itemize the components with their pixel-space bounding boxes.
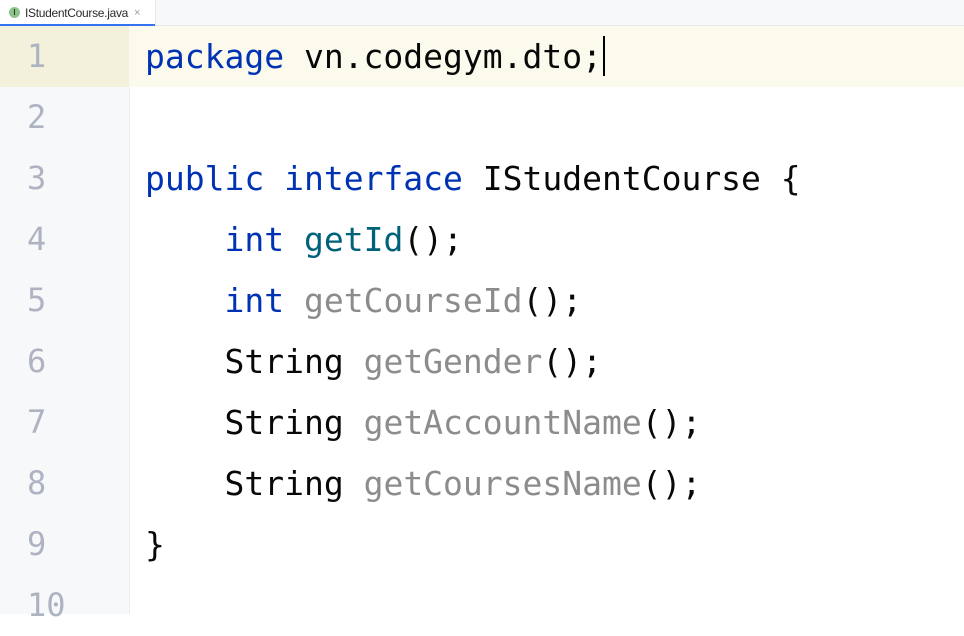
code-line-1[interactable]: 1 package vn.codegym.dto; (0, 26, 964, 87)
interface-name: IStudentCourse { (462, 159, 801, 198)
code-editor[interactable]: 1 package vn.codegym.dto; 2 3 public int… (0, 26, 964, 624)
code-text[interactable]: String getGender(); (145, 331, 602, 392)
type-name: String (224, 342, 344, 381)
type-keyword: int (224, 281, 285, 320)
code-text[interactable]: package vn.codegym.dto; (145, 26, 605, 87)
keyword: public (145, 159, 265, 198)
code-text[interactable]: public interface IStudentCourse { (145, 148, 801, 209)
method-name: getGender (363, 342, 543, 381)
code-text[interactable]: String getCoursesName(); (145, 453, 701, 514)
punctuation: (); (403, 220, 463, 259)
code-line-10[interactable]: 10 (0, 575, 964, 636)
code-line-4[interactable]: 4 int getId(); (0, 209, 964, 270)
type-keyword: int (224, 220, 285, 259)
code-text[interactable]: int getId(); (145, 209, 463, 270)
code-line-8[interactable]: 8 String getCoursesName(); (0, 453, 964, 514)
line-number: 10 (27, 586, 66, 624)
code-line-2[interactable]: 2 (0, 87, 964, 148)
line-number: 3 (27, 159, 47, 197)
type-name: String (224, 403, 344, 442)
line-number: 1 (0, 26, 129, 87)
code-line-5[interactable]: 5 int getCourseId(); (0, 270, 964, 331)
method-name: getId (303, 220, 404, 259)
method-name: getAccountName (363, 403, 642, 442)
keyword: interface (284, 159, 463, 198)
tab-istudentcourse[interactable]: I IStudentCourse.java × (0, 0, 156, 26)
code-line-7[interactable]: 7 String getAccountName(); (0, 392, 964, 453)
line-number: 9 (27, 525, 47, 563)
code-text[interactable]: } (145, 514, 165, 575)
code-text[interactable]: String getAccountName(); (145, 392, 701, 453)
code-line-3[interactable]: 3 public interface IStudentCourse { (0, 148, 964, 209)
code-text[interactable]: int getCourseId(); (145, 270, 582, 331)
interface-file-icon: I (9, 7, 20, 18)
type-name: String (224, 464, 344, 503)
method-name: getCoursesName (363, 464, 642, 503)
line-number: 2 (27, 98, 47, 136)
line-number: 5 (27, 281, 47, 319)
line-number: 8 (27, 464, 47, 502)
punctuation: (); (522, 281, 583, 320)
line-number: 7 (27, 403, 47, 441)
close-icon[interactable]: × (134, 7, 140, 19)
keyword: package (145, 37, 285, 76)
code-line-6[interactable]: 6 String getGender(); (0, 331, 964, 392)
code-line-9[interactable]: 9 } (0, 514, 964, 575)
punctuation: (); (641, 464, 702, 503)
editor-tab-bar: I IStudentCourse.java × (0, 0, 964, 26)
method-name: getCourseId (303, 281, 523, 320)
line-number: 6 (27, 342, 47, 380)
punctuation: (); (542, 342, 602, 381)
closing-brace: } (145, 525, 165, 564)
package-name: vn.codegym.dto; (284, 37, 602, 76)
punctuation: (); (641, 403, 702, 442)
tab-label: IStudentCourse.java (25, 5, 129, 20)
text-caret (602, 35, 605, 76)
line-number: 4 (27, 220, 47, 258)
